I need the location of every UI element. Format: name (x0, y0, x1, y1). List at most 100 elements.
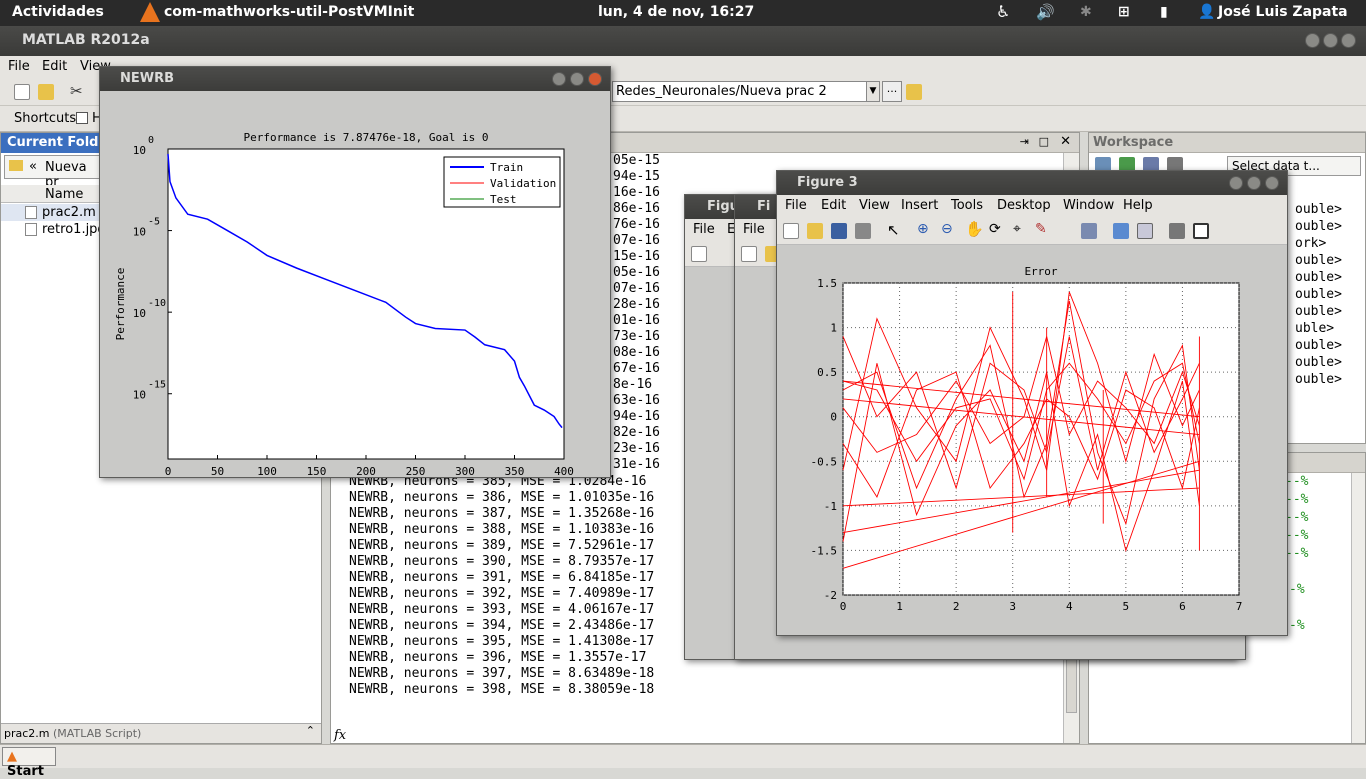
workspace-variable-row: ouble> (1295, 338, 1342, 353)
battery-icon[interactable]: ▮ (1160, 4, 1168, 20)
x-tick-label: 50 (211, 465, 224, 477)
close-button[interactable] (1341, 33, 1356, 48)
minimize-button[interactable] (1305, 33, 1320, 48)
close-button[interactable] (588, 72, 602, 86)
new-file-icon[interactable] (14, 84, 30, 100)
data-cursor-icon[interactable]: ⌖ (1013, 221, 1021, 237)
command-output-line: NEWRB, neurons = 396, MSE = 1.3557e-17 (349, 650, 647, 665)
workspace-variable-row: ouble> (1295, 372, 1342, 387)
history-session-text: --% (1285, 474, 1309, 489)
print-figure-icon[interactable] (855, 223, 871, 239)
fig-menu-tools[interactable]: Tools (951, 198, 983, 213)
bluetooth-icon[interactable]: ✱ (1080, 4, 1092, 20)
maximize-button[interactable] (570, 72, 584, 86)
menu-edit[interactable]: Edit (42, 59, 67, 74)
command-output-line: NEWRB, neurons = 386, MSE = 1.01035e-16 (349, 490, 655, 505)
figure-3-window[interactable]: Figure 3 File Edit View Insert Tools Des… (776, 170, 1288, 636)
save-figure-icon[interactable] (831, 223, 847, 239)
start-button[interactable]: ▲ Start (2, 747, 56, 779)
fig-menu-window[interactable]: Window (1063, 198, 1114, 213)
command-output-line: NEWRB, neurons = 398, MSE = 8.38059e-18 (349, 682, 655, 697)
rotate-3d-icon[interactable]: ⟳ (989, 221, 1001, 237)
current-path-field[interactable]: Redes_Neuronales/Nueva prac 2 (612, 81, 868, 102)
minimize-button[interactable] (552, 72, 566, 86)
minimize-button[interactable] (1229, 176, 1243, 190)
maximize-button[interactable] (1247, 176, 1261, 190)
fig-menu-help[interactable]: Help (1123, 198, 1153, 213)
open-folder-icon[interactable] (38, 84, 54, 100)
new-figure-icon[interactable] (691, 246, 707, 262)
volume-icon[interactable]: 🔊 (1036, 3, 1055, 21)
file-list-header[interactable]: Name (1, 185, 101, 203)
shortcuts-label: Shortcuts (14, 111, 77, 126)
menu-file[interactable]: File (8, 59, 30, 74)
x-tick-label: 350 (505, 465, 525, 477)
app-menu[interactable]: com-mathworks-util-PostVMInit (164, 4, 414, 20)
workspace-title: Workspace (1089, 133, 1365, 153)
function-browser-button[interactable]: fx (334, 728, 346, 743)
fig-menu-edit[interactable]: Edit (821, 198, 846, 213)
fig-menu-insert[interactable]: Insert (901, 198, 938, 213)
cut-icon[interactable]: ✂ (70, 82, 83, 100)
history-scrollbar[interactable] (1351, 473, 1365, 743)
path-dropdown-icon[interactable]: ▼ (866, 81, 880, 102)
command-output-line: 67e-16 (613, 361, 660, 376)
legend-icon[interactable] (1137, 223, 1153, 239)
command-output-line: 05e-15 (613, 153, 660, 168)
brush-icon[interactable]: ✎ (1035, 221, 1047, 237)
new-figure-icon[interactable] (783, 223, 799, 239)
column-name[interactable]: Name (45, 187, 83, 202)
expand-details-icon[interactable]: ⌃ (306, 724, 315, 737)
matlab-title-bar: MATLAB R2012a (0, 26, 1366, 56)
error-axes (842, 282, 1240, 596)
y-tick-label: 1.5 (817, 277, 837, 290)
network-icon[interactable]: ⊞ (1118, 4, 1130, 20)
figure-back-2-menu-file[interactable]: File (743, 222, 765, 237)
workspace-variable-row: ouble> (1295, 270, 1342, 285)
hide-plot-tools-icon[interactable] (1169, 223, 1185, 239)
y-tick-exponent: -5 (148, 217, 160, 228)
command-output-line: 82e-16 (613, 425, 660, 440)
x-tick-label: 4 (1066, 600, 1073, 613)
workspace-variable-list[interactable]: ouble> ouble> ork> ouble> ouble> ouble> ouble>… (1295, 201, 1342, 388)
fig-menu-view[interactable]: View (859, 198, 890, 213)
fig-menu-file[interactable]: File (785, 198, 807, 213)
matlab-script-icon (25, 206, 37, 219)
error-plot[interactable]: Error 0 1 2 3 4 5 6 7 1.5 1 0.5 0 -0.5 -1 -1.5 -2 (777, 247, 1287, 635)
activities-button[interactable]: Actividades (12, 4, 104, 20)
new-figure-icon[interactable] (741, 246, 757, 262)
user-menu[interactable]: José Luis Zapata (1218, 4, 1348, 20)
close-button[interactable] (1265, 176, 1279, 190)
clock[interactable]: lun, 4 de nov, 16:27 (598, 4, 754, 20)
edit-plot-icon[interactable]: ↖ (887, 221, 900, 239)
command-output-line: 23e-16 (613, 441, 660, 456)
open-file-icon[interactable] (807, 223, 823, 239)
colorbar-icon[interactable] (1113, 223, 1129, 239)
undock-icon[interactable]: ⇥ (1020, 135, 1029, 148)
browse-path-button[interactable]: ... (882, 81, 902, 102)
list-item[interactable]: retro1.jpg (1, 221, 106, 238)
pan-icon[interactable]: ✋ (965, 220, 984, 238)
parent-folder-icon[interactable] (906, 84, 922, 100)
command-output-line: 8e-16 (613, 377, 653, 392)
command-output-line: 01e-16 (613, 313, 660, 328)
link-plot-icon[interactable] (1081, 223, 1097, 239)
accessibility-icon[interactable]: ♿ (996, 2, 1010, 21)
show-plot-tools-icon[interactable] (1193, 223, 1209, 239)
newrb-window[interactable]: NEWRB Performance is 7.87476e-18, Goal i… (99, 66, 611, 478)
figure-back-1-menu-file[interactable]: File (693, 222, 715, 237)
fig-menu-desktop[interactable]: Desktop (997, 198, 1051, 213)
close-panel-icon[interactable]: ✕ (1060, 134, 1071, 149)
zoom-out-icon[interactable]: ⊖ (941, 221, 953, 237)
status-bar: ▲ Start (0, 744, 1366, 779)
shortcut-icon[interactable] (76, 112, 88, 124)
command-output-line: 07e-16 (613, 233, 660, 248)
performance-plot[interactable]: Performance is 7.87476e-18, Goal is 0 400… (100, 91, 610, 477)
user-icon[interactable]: 👤 (1198, 4, 1215, 20)
maximize-button[interactable] (1323, 33, 1338, 48)
command-output-line: 31e-16 (613, 457, 660, 472)
list-item[interactable]: prac2.m (1, 204, 101, 221)
zoom-in-icon[interactable]: ⊕ (917, 221, 929, 237)
folder-nav-bar[interactable]: « Nueva pr (4, 155, 104, 190)
maximize-panel-icon[interactable]: □ (1039, 135, 1049, 148)
